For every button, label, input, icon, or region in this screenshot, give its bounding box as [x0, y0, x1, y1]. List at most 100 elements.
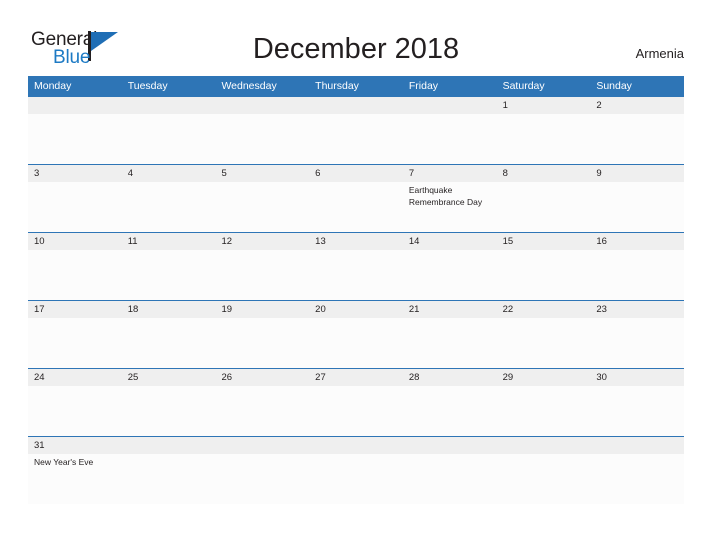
day-event[interactable] [590, 386, 684, 436]
day-number[interactable]: 28 [403, 369, 497, 386]
day-number[interactable]: 24 [28, 369, 122, 386]
week-event-band [28, 386, 684, 436]
day-event[interactable] [590, 250, 684, 300]
day-event[interactable] [309, 454, 403, 504]
day-event[interactable] [403, 318, 497, 368]
day-number[interactable]: 17 [28, 301, 122, 318]
day-event[interactable] [309, 182, 403, 232]
week-row: 10 11 12 13 14 15 16 [28, 232, 684, 300]
day-number[interactable]: 16 [590, 233, 684, 250]
week-date-number-band: 10 11 12 13 14 15 16 [28, 233, 684, 250]
day-number[interactable]: 23 [590, 301, 684, 318]
day-number[interactable]: 27 [309, 369, 403, 386]
page-header: General Blue December 2018 Armenia [0, 0, 712, 76]
week-date-number-band: 3 4 5 6 7 8 9 [28, 165, 684, 182]
day-event[interactable] [403, 114, 497, 164]
day-number[interactable] [590, 437, 684, 454]
day-number[interactable]: 26 [215, 369, 309, 386]
week-date-number-band: 24 25 26 27 28 29 30 [28, 369, 684, 386]
day-number[interactable]: 22 [497, 301, 591, 318]
day-event[interactable] [497, 454, 591, 504]
week-row: 24 25 26 27 28 29 30 [28, 368, 684, 436]
day-number[interactable]: 21 [403, 301, 497, 318]
day-number[interactable]: 6 [309, 165, 403, 182]
day-number[interactable] [403, 97, 497, 114]
day-number[interactable]: 14 [403, 233, 497, 250]
day-event[interactable] [590, 114, 684, 164]
day-event[interactable] [309, 250, 403, 300]
day-event[interactable] [215, 318, 309, 368]
day-event[interactable] [122, 454, 216, 504]
day-event[interactable] [215, 114, 309, 164]
weekday-header-row: Monday Tuesday Wednesday Thursday Friday… [28, 76, 684, 96]
week-row: 17 18 19 20 21 22 23 [28, 300, 684, 368]
day-event[interactable] [215, 182, 309, 232]
day-number[interactable]: 9 [590, 165, 684, 182]
day-number[interactable] [28, 97, 122, 114]
day-number[interactable]: 7 [403, 165, 497, 182]
day-number[interactable]: 11 [122, 233, 216, 250]
day-number[interactable] [497, 437, 591, 454]
day-event[interactable] [309, 386, 403, 436]
day-number[interactable]: 31 [28, 437, 122, 454]
day-number[interactable]: 3 [28, 165, 122, 182]
day-number[interactable]: 29 [497, 369, 591, 386]
day-number[interactable]: 25 [122, 369, 216, 386]
day-number[interactable]: 4 [122, 165, 216, 182]
day-event[interactable] [122, 386, 216, 436]
day-event[interactable] [309, 114, 403, 164]
day-event[interactable] [497, 250, 591, 300]
day-event[interactable] [403, 250, 497, 300]
day-event[interactable] [590, 318, 684, 368]
day-number[interactable]: 12 [215, 233, 309, 250]
weekday-header-tuesday: Tuesday [127, 80, 168, 92]
day-event[interactable] [403, 386, 497, 436]
day-number[interactable]: 30 [590, 369, 684, 386]
day-event[interactable] [215, 454, 309, 504]
week-date-number-band: 17 18 19 20 21 22 23 [28, 301, 684, 318]
day-number[interactable] [122, 437, 216, 454]
day-event[interactable] [28, 318, 122, 368]
weekday-header-wednesday: Wednesday [221, 80, 277, 92]
day-number[interactable]: 2 [590, 97, 684, 114]
day-number[interactable]: 13 [309, 233, 403, 250]
country-label: Armenia [635, 46, 684, 61]
day-number[interactable] [403, 437, 497, 454]
day-number[interactable]: 18 [122, 301, 216, 318]
day-event[interactable] [28, 386, 122, 436]
day-event[interactable] [28, 182, 122, 232]
day-event[interactable] [122, 114, 216, 164]
day-event[interactable] [28, 114, 122, 164]
day-event[interactable] [122, 182, 216, 232]
day-number[interactable] [122, 97, 216, 114]
day-number[interactable] [309, 97, 403, 114]
day-event[interactable] [497, 182, 591, 232]
day-event[interactable] [590, 454, 684, 504]
day-number[interactable]: 19 [215, 301, 309, 318]
day-event[interactable] [215, 386, 309, 436]
calendar-page: General Blue December 2018 Armenia Monda… [0, 0, 712, 550]
day-number[interactable] [309, 437, 403, 454]
day-number[interactable]: 20 [309, 301, 403, 318]
day-event[interactable] [122, 250, 216, 300]
day-number[interactable]: 10 [28, 233, 122, 250]
weekday-header-sunday: Sunday [596, 80, 632, 92]
day-event[interactable] [403, 454, 497, 504]
day-number[interactable] [215, 97, 309, 114]
day-event[interactable] [309, 318, 403, 368]
day-event[interactable] [215, 250, 309, 300]
day-event[interactable] [28, 250, 122, 300]
day-event[interactable] [590, 182, 684, 232]
day-number[interactable] [215, 437, 309, 454]
weekday-header-thursday: Thursday [315, 80, 359, 92]
day-event[interactable]: Earthquake Remembrance Day [403, 182, 497, 232]
day-number[interactable]: 8 [497, 165, 591, 182]
day-event[interactable]: New Year's Eve [28, 454, 122, 504]
day-event[interactable] [122, 318, 216, 368]
day-event[interactable] [497, 114, 591, 164]
day-event[interactable] [497, 318, 591, 368]
day-number[interactable]: 1 [497, 97, 591, 114]
day-event[interactable] [497, 386, 591, 436]
day-number[interactable]: 5 [215, 165, 309, 182]
day-number[interactable]: 15 [497, 233, 591, 250]
